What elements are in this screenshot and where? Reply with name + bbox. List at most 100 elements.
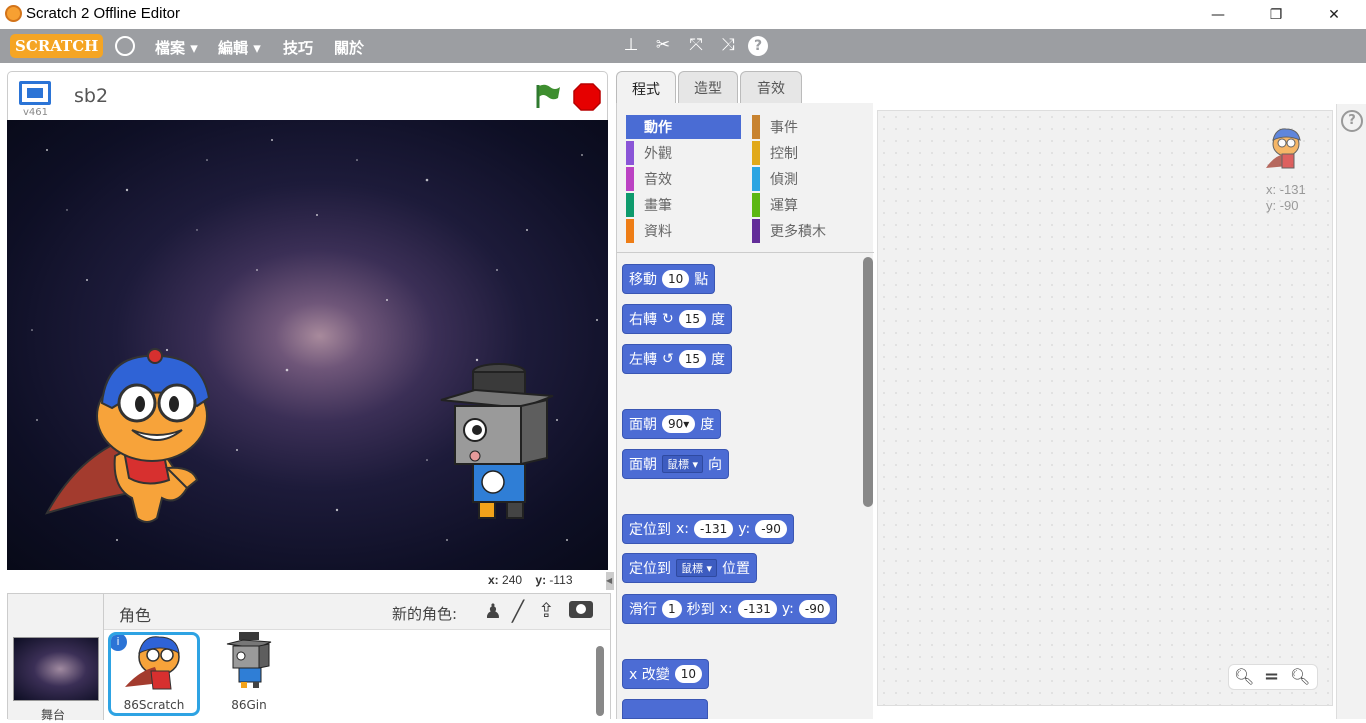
category-sensing[interactable]: 偵測	[752, 167, 867, 191]
block-x-input[interactable]: -131	[737, 600, 777, 618]
block-point-towards[interactable]: 面朝 鼠標 ▾ 向	[622, 449, 730, 479]
zoom-reset-icon[interactable]: =	[1264, 666, 1279, 687]
help-icon[interactable]: ?	[748, 36, 768, 56]
block-target-dropdown[interactable]: 鼠標 ▾	[662, 455, 704, 473]
block-turn-right[interactable]: 右轉 ↻ 15 度	[622, 304, 733, 334]
block-go-to[interactable]: 定位到 鼠標 ▾ 位置	[622, 553, 758, 583]
block-help-icon[interactable]: ?	[1341, 110, 1363, 132]
tab-scripts[interactable]: 程式	[616, 71, 676, 105]
dropdown-value: 鼠標	[681, 562, 703, 575]
block-number-input[interactable]: 15	[678, 310, 707, 328]
menu-about[interactable]: 關於	[334, 37, 364, 58]
category-looks[interactable]: 外觀	[626, 141, 741, 165]
block-target-dropdown[interactable]: 鼠標 ▾	[676, 559, 718, 577]
sprite-y-readout: y: -90	[1266, 198, 1299, 213]
block-turn-left[interactable]: 左轉 ↺ 15 度	[622, 344, 733, 374]
sprite-86gin-robot[interactable]	[435, 362, 565, 522]
block-text: 秒到	[686, 602, 715, 618]
sprite-86gin-thumb-icon	[226, 632, 272, 688]
sprite-86scratch-cat[interactable]	[37, 348, 237, 533]
category-pen[interactable]: 畫筆	[626, 193, 741, 217]
category-sound[interactable]: 音效	[626, 167, 741, 191]
block-text: x:	[676, 521, 690, 537]
language-globe-icon[interactable]	[115, 36, 135, 56]
scratch-logo[interactable]: SCRATCH	[10, 34, 104, 58]
block-go-to-xy[interactable]: 定位到 x: -131 y: -90	[622, 514, 794, 544]
block-text: 右轉	[629, 312, 657, 328]
sprite-tile-86scratch[interactable]: i 86Scratch	[108, 632, 200, 716]
choose-sprite-from-library-icon[interactable]: ♟	[484, 599, 502, 623]
block-text: 移動	[629, 272, 657, 288]
close-button[interactable]: ✕	[1305, 0, 1363, 29]
block-text: 度	[711, 312, 726, 328]
block-move-steps[interactable]: 移動 10 點	[622, 264, 716, 294]
grow-icon[interactable]: ⤧	[683, 35, 709, 55]
zoom-out-icon[interactable]: 🔍︎	[1234, 667, 1254, 686]
rotate-counterclockwise-icon: ↺	[662, 351, 674, 367]
sprite-pane-header	[104, 594, 610, 630]
palette-scrollbar[interactable]	[863, 257, 873, 507]
x-value: 240	[502, 573, 523, 587]
sprite-name-86scratch: 86Scratch	[123, 698, 185, 712]
menu-tips[interactable]: 技巧	[283, 37, 313, 58]
version-label: v461	[23, 107, 49, 118]
right-side-panel	[1336, 104, 1366, 719]
upload-sprite-icon[interactable]: ⇪	[538, 598, 555, 622]
menu-bar: SCRATCH 檔案 ▾ 編輯 ▾ 技巧 關於 ⊥ ✂ ⤧ ⤨ ?	[0, 29, 1366, 63]
maximize-button[interactable]: ❐	[1247, 0, 1305, 29]
block-text: x:	[719, 601, 733, 617]
duplicate-stamp-icon[interactable]: ⊥	[618, 35, 644, 55]
sprite-tile-86gin[interactable]: 86Gin	[205, 632, 293, 716]
category-more-blocks[interactable]: 更多積木	[752, 219, 867, 243]
block-number-input[interactable]: 10	[674, 665, 703, 683]
category-operators[interactable]: 運算	[752, 193, 867, 217]
block-change-x[interactable]: x 改變 10	[622, 659, 710, 689]
block-text: y:	[738, 521, 751, 537]
block-y-input[interactable]: -90	[755, 520, 787, 538]
tab-sounds[interactable]: 音效	[740, 71, 802, 104]
rotate-clockwise-icon: ↻	[662, 311, 674, 327]
sprite-x-readout: x: -131	[1266, 182, 1306, 197]
collapse-stage-arrow-icon[interactable]: ◀	[606, 572, 614, 590]
category-motion[interactable]: 動作	[626, 115, 741, 139]
sprite-86scratch-thumb-icon	[125, 636, 180, 690]
project-name-field[interactable]: sb2	[74, 85, 108, 107]
block-text: 定位到	[629, 522, 671, 538]
category-events[interactable]: 事件	[752, 115, 867, 139]
category-data[interactable]: 資料	[626, 219, 741, 243]
block-point-in-direction[interactable]: 面朝 90▾ 度	[622, 409, 722, 439]
block-seconds-input[interactable]: 1	[662, 600, 682, 618]
block-text: 滑行	[629, 602, 657, 618]
camera-sprite-icon[interactable]	[569, 601, 593, 618]
paint-new-sprite-icon[interactable]: ╱	[512, 599, 524, 623]
stage-thumbnail[interactable]	[13, 637, 99, 701]
sprite-pane: 角色 新的角色: ♟ ╱ ⇪ 舞台 i 86Scratch 86Gin	[7, 593, 611, 722]
zoom-in-icon[interactable]: 🔍︎	[1290, 667, 1310, 686]
block-text: x 改變	[629, 667, 670, 683]
scripts-area[interactable]	[877, 110, 1333, 706]
stage-canvas[interactable]	[7, 120, 608, 570]
block-x-input[interactable]: -131	[694, 520, 734, 538]
green-flag-icon[interactable]	[534, 82, 562, 114]
fullscreen-icon[interactable]	[19, 81, 51, 105]
shrink-icon[interactable]: ⤨	[715, 35, 741, 55]
sprites-header-label: 角色	[119, 606, 152, 625]
block-y-input[interactable]: -90	[798, 600, 831, 618]
scratch-app-icon	[5, 5, 22, 22]
menu-edit[interactable]: 編輯 ▾	[218, 37, 261, 58]
sprite-list-scrollbar[interactable]	[596, 646, 604, 716]
block-text: 點	[694, 272, 709, 288]
block-number-input[interactable]: 15	[678, 350, 707, 368]
delete-scissors-icon[interactable]: ✂	[650, 35, 676, 55]
block-glide[interactable]: 滑行 1 秒到 x: -131 y: -90	[622, 594, 838, 624]
menu-file[interactable]: 檔案 ▾	[155, 37, 198, 58]
stop-button-icon[interactable]	[572, 82, 602, 116]
tab-costumes[interactable]: 造型	[678, 71, 738, 104]
minimize-button[interactable]: —	[1189, 0, 1247, 29]
current-sprite-thumbnail	[1266, 128, 1301, 169]
block-direction-input[interactable]: 90▾	[662, 415, 696, 433]
block-partial-next[interactable]	[622, 699, 708, 719]
block-number-input[interactable]: 10	[662, 270, 690, 288]
category-control[interactable]: 控制	[752, 141, 867, 165]
block-text: 定位到	[629, 561, 671, 577]
